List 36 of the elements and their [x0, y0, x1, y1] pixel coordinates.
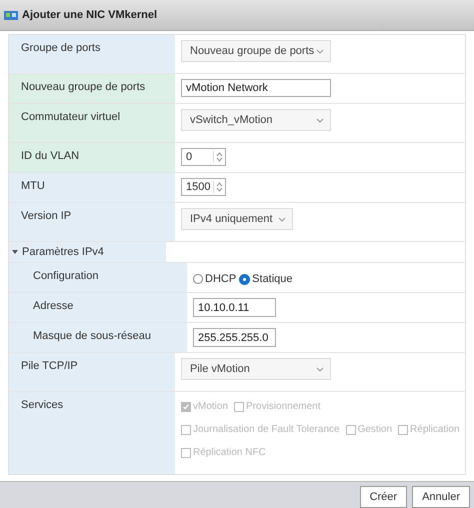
text-field[interactable]: vMotion Network [181, 79, 331, 97]
field-label: Nouveau groupe de ports [21, 81, 146, 93]
field-label: MTU [21, 180, 45, 192]
chevron-down-icon [316, 118, 324, 122]
field-label: ID du VLAN [21, 150, 80, 162]
window-title: Ajouter une NIC VMkernel [22, 9, 158, 21]
radio-label[interactable]: Statique [252, 273, 293, 285]
chevron-down-icon [316, 366, 324, 372]
spinner-arrows-icon[interactable] [216, 151, 223, 163]
dropdown[interactable]: Pile vMotion [181, 358, 331, 380]
network-card-icon [4, 9, 18, 21]
dialog-button[interactable]: Créer [360, 486, 408, 508]
field-label: Adresse [33, 300, 74, 312]
dropdown[interactable]: IPv4 uniquement [181, 208, 293, 230]
field-label: Commutateur virtuel [21, 111, 120, 123]
number-field[interactable]: 0 [181, 148, 226, 166]
expand-toggle-icon[interactable] [12, 249, 18, 255]
field-label: Pile TCP/IP [21, 360, 78, 372]
field-label: Groupe de ports [21, 42, 100, 54]
number-field[interactable]: 1500 [181, 178, 226, 196]
spinner-arrows-icon[interactable] [216, 181, 223, 193]
text-field[interactable]: 10.10.0.11 [193, 298, 276, 317]
text-field[interactable]: 255.255.255.0 [193, 328, 276, 347]
dialog-button[interactable]: Annuler [412, 486, 470, 508]
field-label: Configuration [33, 270, 98, 282]
radio-button[interactable] [240, 274, 250, 284]
radio-button[interactable] [193, 274, 203, 284]
chevron-down-icon [316, 48, 324, 54]
radio-label[interactable]: DHCP [205, 273, 236, 285]
chevron-down-icon [278, 216, 286, 222]
field-label: Services [21, 399, 64, 411]
dropdown[interactable]: vSwitch_vMotion [181, 109, 331, 131]
section-label: Paramètres IPv4 [22, 246, 104, 258]
dropdown[interactable]: Nouveau groupe de ports [181, 40, 331, 62]
field-label: Masque de sous-réseau [33, 330, 152, 342]
field-label: Version IP [21, 210, 72, 222]
